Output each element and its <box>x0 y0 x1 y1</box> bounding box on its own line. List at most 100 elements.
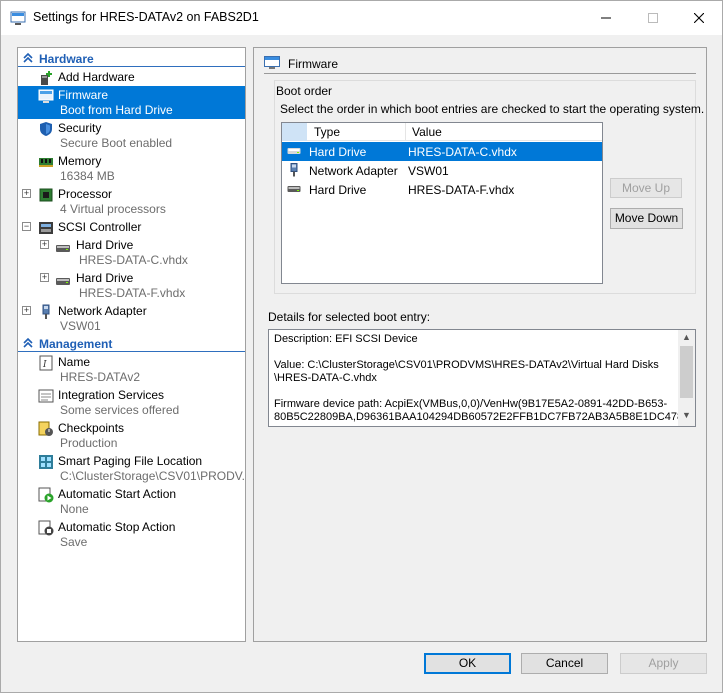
integration-services-icon <box>38 389 54 403</box>
apply-button[interactable]: Apply <box>620 653 707 674</box>
network-adapter-icon <box>290 163 298 177</box>
sidebar-item-memory[interactable]: Memory 16384 MB <box>18 152 245 185</box>
column-header-type[interactable]: Type <box>314 125 340 139</box>
boot-entry-row[interactable]: Network Adapter VSW01 <box>282 161 602 180</box>
management-header-label: Management <box>39 337 113 351</box>
collapse-toggle[interactable]: − <box>22 222 31 231</box>
sidebar-item-sublabel: Production <box>60 436 118 450</box>
move-down-button[interactable]: Move Down <box>610 208 683 229</box>
minimize-icon <box>601 17 611 19</box>
section-title: Firmware <box>288 57 338 71</box>
scroll-up-icon[interactable]: ▲ <box>678 332 695 346</box>
sidebar-item-hard-drive-c[interactable]: + Hard Drive HRES-DATA-C.vhdx <box>18 236 245 269</box>
hardware-section-header[interactable]: Hardware <box>18 50 245 67</box>
maximize-icon <box>648 13 658 23</box>
boot-order-description: Select the order in which boot entries a… <box>280 102 705 116</box>
smart-paging-icon <box>39 455 53 469</box>
boot-order-list[interactable]: Type Value Hard Drive HRES-DATA-C.vhdx N… <box>281 122 603 284</box>
sidebar-item-sublabel: HRES-DATAv2 <box>60 370 141 384</box>
section-title-bar: Firmware <box>264 54 696 74</box>
details-text: Description: EFI SCSI Device Value: C:\C… <box>274 333 696 423</box>
sidebar-item-scsi-controller[interactable]: − SCSI Controller <box>18 218 245 236</box>
firmware-icon <box>264 56 280 69</box>
sidebar-item-label: Hard Drive <box>76 271 134 285</box>
maximize-button[interactable] <box>630 1 676 35</box>
sidebar-item-label: Firmware <box>58 88 108 102</box>
move-up-button[interactable]: Move Up <box>610 178 682 198</box>
sidebar-item-label: Integration Services <box>58 388 165 402</box>
sidebar-item-label: Add Hardware <box>58 70 135 84</box>
scroll-down-icon[interactable]: ▼ <box>678 410 695 424</box>
sidebar-item-sublabel: Boot from Hard Drive <box>60 103 173 117</box>
scroll-thumb[interactable] <box>680 346 693 398</box>
sidebar-item-label: Automatic Stop Action <box>58 520 176 534</box>
details-scrollbar[interactable]: ▲ ▼ <box>678 330 695 426</box>
list-header: Type Value <box>282 123 602 141</box>
sidebar-item-automatic-stop-action[interactable]: Automatic Stop Action Save <box>18 518 245 551</box>
minimize-button[interactable] <box>583 1 629 35</box>
close-button[interactable] <box>676 1 722 35</box>
sidebar-item-sublabel: 16384 MB <box>60 169 115 183</box>
close-icon <box>694 13 704 23</box>
expand-toggle[interactable]: + <box>22 306 31 315</box>
sidebar-item-sublabel: 4 Virtual processors <box>60 202 166 216</box>
sidebar-item-processor[interactable]: + Processor 4 Virtual processors <box>18 185 245 218</box>
sidebar-item-label: SCSI Controller <box>58 220 142 234</box>
shield-icon <box>40 122 52 136</box>
sidebar-item-label: Memory <box>58 154 102 168</box>
management-section-header[interactable]: Management <box>18 335 245 352</box>
name-icon: I <box>39 355 53 371</box>
sidebar-item-sublabel: VSW01 <box>60 319 101 333</box>
add-hardware-icon <box>41 71 52 85</box>
boot-order-title: Boot order <box>275 84 334 98</box>
boot-entry-value: HRES-DATA-F.vhdx <box>408 183 515 197</box>
expand-toggle[interactable]: + <box>40 273 49 282</box>
settings-tree: Hardware Add Hardware Firmware Boot from… <box>17 47 246 642</box>
sidebar-item-label: Name <box>58 355 91 369</box>
details-label: Details for selected boot entry: <box>268 310 431 324</box>
header-icon-column <box>282 123 307 141</box>
memory-icon <box>39 158 53 167</box>
expand-toggle[interactable]: + <box>40 240 49 249</box>
sidebar-item-sublabel: None <box>60 502 89 516</box>
sidebar-item-hard-drive-f[interactable]: + Hard Drive HRES-DATA-F.vhdx <box>18 269 245 302</box>
column-header-value[interactable]: Value <box>412 125 442 139</box>
sidebar-item-name[interactable]: I Name HRES-DATAv2 <box>18 353 245 386</box>
collapse-chevron-icon <box>23 52 33 63</box>
sidebar-item-label: Automatic Start Action <box>58 487 177 501</box>
sidebar-item-sublabel: Secure Boot enabled <box>60 136 173 150</box>
sidebar-item-label: Hard Drive <box>76 238 134 252</box>
sidebar-item-add-hardware[interactable]: Add Hardware <box>18 68 245 86</box>
hard-drive-icon <box>56 245 70 252</box>
sidebar-item-label: Security <box>58 121 102 135</box>
auto-stop-icon <box>38 520 54 536</box>
firmware-panel: Firmware Boot order Select the order in … <box>253 47 707 642</box>
boot-entry-row[interactable]: Hard Drive HRES-DATA-C.vhdx <box>282 142 602 161</box>
network-adapter-icon <box>42 304 50 319</box>
sidebar-item-smart-paging[interactable]: Smart Paging File Location C:\ClusterSto… <box>18 452 245 485</box>
ok-button[interactable]: OK <box>424 653 511 674</box>
expand-toggle[interactable]: + <box>22 189 31 198</box>
hardware-header-label: Hardware <box>39 52 94 66</box>
boot-entry-value: HRES-DATA-C.vhdx <box>408 145 517 159</box>
sidebar-item-sublabel: Some services offered <box>60 403 180 417</box>
sidebar-item-label: Network Adapter <box>58 304 147 318</box>
settings-app-icon <box>10 11 26 25</box>
boot-entry-row[interactable]: Hard Drive HRES-DATA-F.vhdx <box>282 180 602 199</box>
boot-entry-type: Network Adapter <box>309 164 398 178</box>
details-textbox[interactable]: Description: EFI SCSI Device Value: C:\C… <box>268 329 696 427</box>
hard-drive-icon <box>287 148 301 154</box>
sidebar-item-network-adapter[interactable]: + Network Adapter VSW01 <box>18 302 245 335</box>
sidebar-item-automatic-start-action[interactable]: Automatic Start Action None <box>18 485 245 518</box>
sidebar-item-integration-services[interactable]: Integration Services Some services offer… <box>18 386 245 419</box>
settings-window: Settings for HRES-DATAv2 on FABS2D1 Hard… <box>0 0 723 693</box>
sidebar-item-firmware[interactable]: Firmware Boot from Hard Drive <box>18 86 245 119</box>
sidebar-item-checkpoints[interactable]: Checkpoints Production <box>18 419 245 452</box>
sidebar-item-sublabel: C:\ClusterStorage\CSV01\PRODV... <box>60 469 246 483</box>
cancel-button[interactable]: Cancel <box>521 653 608 674</box>
boot-entry-type: Hard Drive <box>309 145 367 159</box>
sidebar-item-security[interactable]: Security Secure Boot enabled <box>18 119 245 152</box>
hard-drive-icon <box>287 186 301 192</box>
sidebar-item-label: Smart Paging File Location <box>58 454 203 468</box>
sidebar-item-sublabel: Save <box>60 535 88 549</box>
